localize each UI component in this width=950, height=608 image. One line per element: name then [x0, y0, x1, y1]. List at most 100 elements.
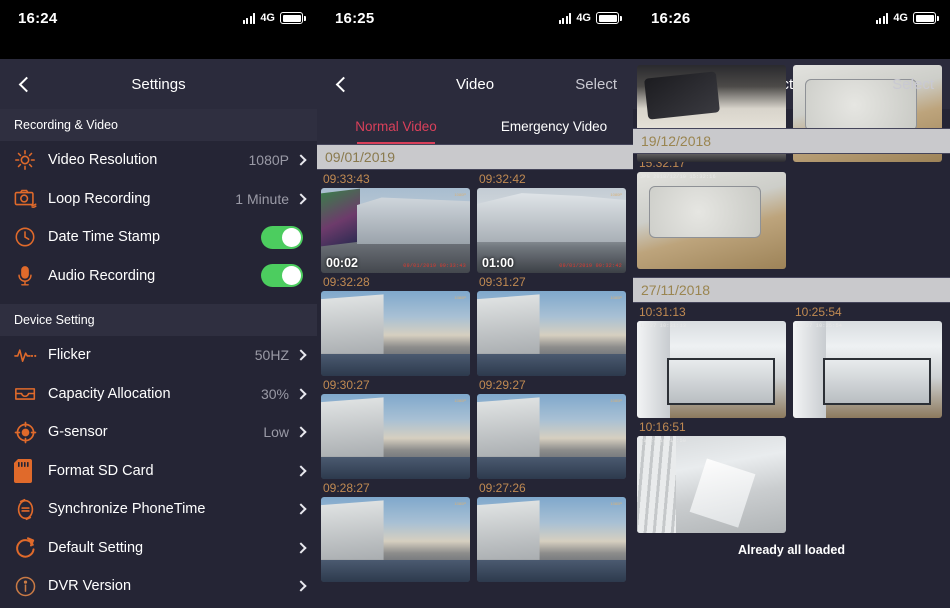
video-row: 09:32:28 1080P 00:01 09/01/2019 09:32:27… [317, 273, 633, 376]
tab-emergency-video[interactable]: Emergency Video [475, 109, 633, 144]
settings-row-capacity-allocation[interactable]: Capacity Allocation 30% [0, 375, 317, 414]
date-group-header: 27/11/2018 [633, 277, 950, 303]
picture-timestamp: 10:16:51 [639, 420, 686, 434]
date-time-stamp-toggle[interactable] [261, 225, 303, 249]
status-indicators: 4G [558, 12, 622, 24]
video-item[interactable]: 09:28:27 1080P [321, 479, 470, 582]
video-overlay-stamp: 09/01/2019 09:29:27 [559, 469, 622, 475]
back-button[interactable] [317, 76, 369, 92]
chevron-right-icon [295, 193, 307, 205]
video-grid: 09:33:43 1080P 00:02 09/01/2019 09:33:43… [317, 170, 633, 582]
video-thumbnail[interactable]: 1080P 00:02 09/01/2019 09:33:43 [321, 188, 470, 273]
settings-row-g-sensor[interactable]: G-sensor Low [0, 413, 317, 452]
settings-row-label: Default Setting [48, 539, 144, 556]
settings-row-dvr-version[interactable]: DVR Version [0, 567, 317, 606]
settings-row-default-setting[interactable]: Default Setting [0, 529, 317, 568]
video-item[interactable]: 09:33:43 1080P 00:02 09/01/2019 09:33:43 [321, 170, 470, 273]
video-duration: 01:00 [482, 359, 514, 373]
video-duration: 01:00 [482, 462, 514, 476]
picture-item[interactable]: 15:32:17 JPG 2018/12/19 15:32:16 [637, 154, 786, 269]
settings-row-loop-recording[interactable]: Loop Recording 1 Minute [0, 180, 317, 219]
picture-overlay-stamp: 11/27 10:31:13 [640, 323, 687, 329]
picture-thumbnail[interactable]: 11/27 10:16:50 [637, 436, 786, 533]
picture-thumbnail[interactable]: JPG 2018/12/19 15:32:16 [637, 172, 786, 269]
video-item[interactable]: 09:29:27 1080P 01:00 09/01/2019 09:29:27 [477, 376, 626, 479]
picture-timestamp: 10:25:54 [795, 305, 842, 319]
settings-row-video-resolution[interactable]: Video Resolution 1080P [0, 141, 317, 180]
video-tabs: Normal Video Emergency Video [317, 109, 633, 144]
status-indicators: 4G [875, 12, 939, 24]
video-duration: 01:00 [326, 462, 358, 476]
video-item[interactable]: 09:30:27 1080P 01:00 09/01/2019 09:30:27 [321, 376, 470, 479]
video-thumbnail[interactable]: 1080P [321, 497, 470, 582]
chevron-right-icon [295, 426, 307, 438]
video-timestamp: 09:29:27 [479, 378, 526, 392]
video-duration: 00:01 [326, 359, 358, 373]
battery-icon [913, 12, 939, 24]
chevron-right-icon [295, 154, 307, 166]
video-timestamp: 09:27:26 [479, 481, 526, 495]
audio-recording-toggle[interactable] [261, 264, 303, 288]
back-button[interactable] [0, 76, 52, 92]
section-header-recording: Recording & Video [0, 109, 317, 141]
picture-thumbnail[interactable]: 11/27 10:31:13 [637, 321, 786, 418]
tab-normal-video[interactable]: Normal Video [317, 109, 475, 144]
settings-row-flicker[interactable]: Flicker 50HZ [0, 336, 317, 375]
signal-bars-icon [558, 12, 572, 24]
resolution-watermark: 1080P [610, 192, 622, 197]
resolution-watermark: 1080P [454, 398, 466, 403]
status-time: 16:26 [651, 10, 691, 27]
video-thumbnail[interactable]: 1080P [477, 497, 626, 582]
picture-row: 15:32:17 JPG 2018/12/19 15:32:16 [633, 154, 950, 269]
picture-thumbnail[interactable]: 11/27 10:25:54 [793, 321, 942, 418]
chevron-right-icon [295, 349, 307, 361]
picture-item[interactable]: 10:16:51 11/27 10:16:50 [637, 418, 786, 533]
video-thumbnail[interactable]: 1080P 01:00 09/01/2019 09:32:42 [477, 188, 626, 273]
picture-row: 10:31:13 11/27 10:31:13 10:25:54 11/27 1… [633, 303, 950, 418]
signal-bars-icon [242, 12, 256, 24]
resolution-watermark: 1080P [454, 501, 466, 506]
settings-row-date-time-stamp[interactable]: Date Time Stamp [0, 218, 317, 257]
info-icon [14, 575, 48, 598]
video-thumbnail[interactable]: 1080P 01:00 09/01/2019 09:31:27 [477, 291, 626, 376]
settings-row-format-sd-card[interactable]: Format SD Card [0, 452, 317, 491]
battery-icon [280, 12, 306, 24]
loading-status-text: Already all loaded [738, 543, 845, 557]
settings-row-label: G-sensor [48, 424, 108, 441]
settings-row-value: 1080P [248, 152, 289, 169]
status-bar-settings: 16:24 4G [0, 0, 317, 59]
video-thumbnail[interactable]: 1080P 01:00 09/01/2019 09:29:27 [477, 394, 626, 479]
video-item[interactable]: 09:32:42 1080P 01:00 09/01/2019 09:32:42 [477, 170, 626, 273]
brightness-sun-icon [14, 149, 48, 171]
video-overlay-stamp: 09/01/2019 09:30:27 [403, 469, 466, 475]
resolution-watermark: 1080P [610, 295, 622, 300]
picture-item[interactable]: 10:31:13 11/27 10:31:13 [637, 303, 786, 418]
video-panel: 16:25 4G Video Select Normal Video Emerg… [317, 0, 633, 608]
three-panel-screenshot: 16:24 4G Settings Recording & Video Vide… [0, 0, 950, 608]
video-row: 09:30:27 1080P 01:00 09/01/2019 09:30:27… [317, 376, 633, 479]
section-header-device: Device Setting [0, 304, 317, 336]
video-thumbnail[interactable]: 1080P 00:01 09/01/2019 09:32:27 [321, 291, 470, 376]
video-overlay-stamp: 09/01/2019 09:33:43 [403, 263, 466, 269]
video-row: 09:33:43 1080P 00:02 09/01/2019 09:33:43… [317, 170, 633, 273]
settings-row-synchronize-phonetime[interactable]: Synchronize PhoneTime [0, 490, 317, 529]
chevron-left-icon [335, 76, 351, 92]
select-button[interactable]: Select [892, 76, 934, 93]
video-item[interactable]: 09:32:28 1080P 00:01 09/01/2019 09:32:27 [321, 273, 470, 376]
video-item[interactable]: 09:27:26 1080P [477, 479, 626, 582]
settings-row-label: DVR Version [48, 578, 132, 595]
resolution-watermark: 1080P [454, 192, 466, 197]
settings-row-value: 1 Minute [235, 190, 289, 207]
chevron-left-icon [18, 76, 34, 92]
picture-item[interactable]: 10:25:54 11/27 10:25:54 [793, 303, 942, 418]
video-item[interactable]: 09:31:27 1080P 01:00 09/01/2019 09:31:27 [477, 273, 626, 376]
settings-row-audio-recording[interactable]: Audio Recording [0, 257, 317, 296]
clock-icon [14, 226, 48, 248]
video-overlay-stamp: 09/01/2019 09:32:42 [559, 263, 622, 269]
video-thumbnail[interactable]: 1080P 01:00 09/01/2019 09:30:27 [321, 394, 470, 479]
settings-row-label: Audio Recording [48, 267, 156, 284]
network-label: 4G [576, 12, 591, 24]
resolution-watermark: 1080P [610, 501, 622, 506]
date-group-header: 09/01/2019 [317, 144, 633, 170]
select-button[interactable]: Select [575, 76, 617, 93]
